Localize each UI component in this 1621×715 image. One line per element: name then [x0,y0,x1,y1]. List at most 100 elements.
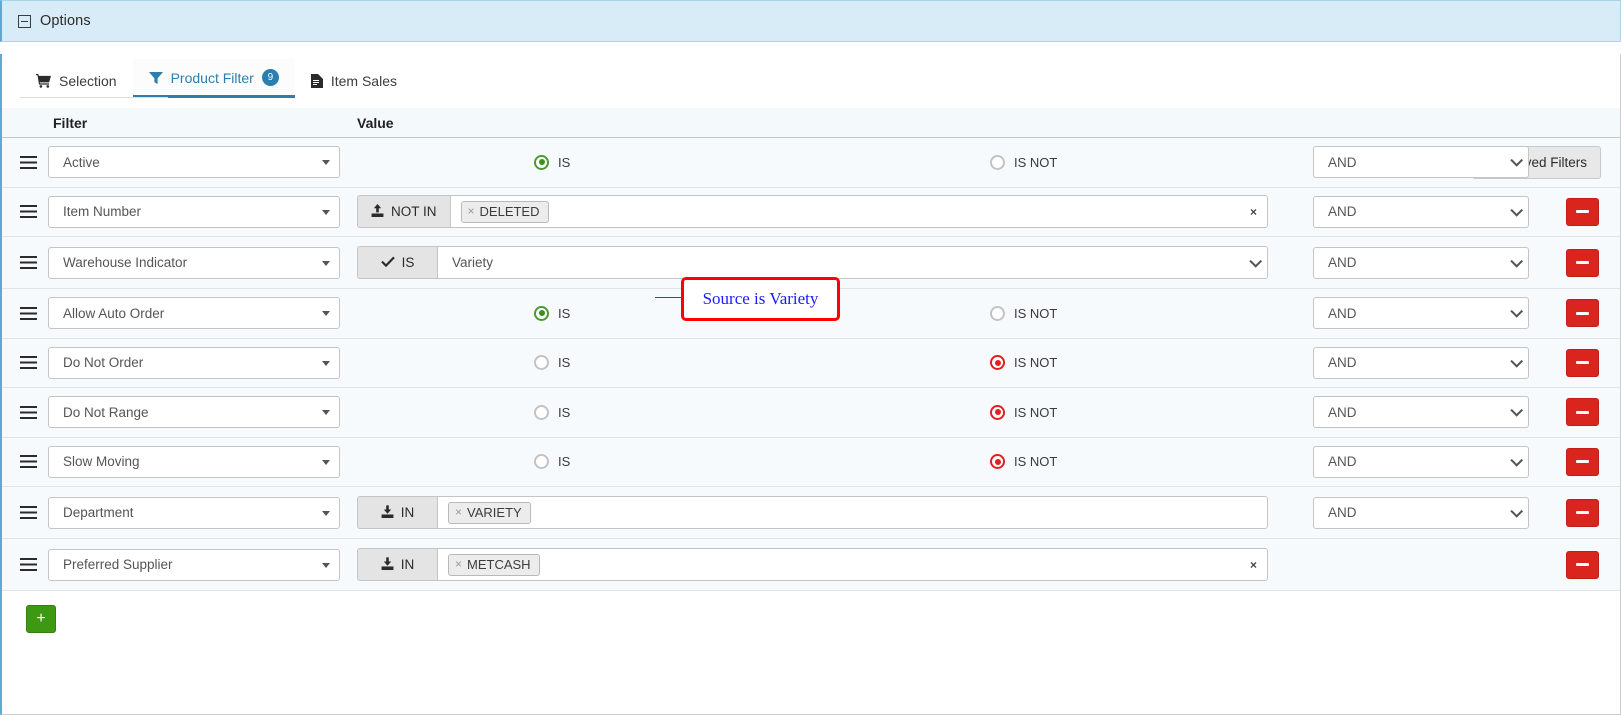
remove-row-button[interactable] [1565,348,1599,377]
filter-field-select[interactable]: Active [48,146,340,179]
tab-selection[interactable]: Selection [20,63,133,98]
download-icon [381,504,394,521]
remove-row-button[interactable] [1565,398,1599,427]
filter-field-value: Active [63,154,100,170]
filter-field-select[interactable]: Preferred Supplier [48,548,340,581]
remove-row-button[interactable] [1565,299,1599,328]
conjunction-value: AND [1328,505,1357,520]
value-tag[interactable]: × METCASH [448,553,540,576]
value-tag[interactable]: × DELETED [460,200,549,223]
drag-handle-icon[interactable] [20,356,48,370]
radio-is-not[interactable]: IS NOT [990,454,1057,470]
minus-icon [1575,460,1589,464]
conjunction-select[interactable]: AND [1313,195,1529,228]
delete-cell [1544,398,1620,427]
table-row: Do Not Range IS IS NOT AND [2,388,1620,438]
options-header[interactable]: Options [0,0,1621,42]
tab-item-sales[interactable]: Item Sales [295,63,413,98]
operator-button[interactable]: IN [357,548,437,581]
operator-button[interactable]: IN [357,496,437,529]
conjunction-select[interactable]: AND [1313,146,1529,179]
filter-field-select[interactable]: Department [48,496,340,529]
filter-field-select[interactable]: Do Not Order [48,346,340,379]
drag-handle-icon[interactable] [20,306,48,320]
drag-handle-icon[interactable] [20,205,48,219]
radio-is[interactable]: IS [534,454,571,470]
tag-input-field[interactable]: × METCASH × [437,548,1268,581]
conjunction-select[interactable]: AND [1313,346,1529,379]
conjunction-select[interactable]: AND [1313,496,1529,529]
filter-field-select[interactable]: Warehouse Indicator [48,246,340,279]
clear-field-icon[interactable]: × [1250,558,1257,572]
remove-row-button[interactable] [1565,248,1599,277]
delete-cell [1544,498,1620,527]
value-radio-group: IS IS NOT [340,388,1299,437]
radio-is-not[interactable]: IS NOT [990,305,1057,321]
tab-item-sales-label: Item Sales [330,73,397,89]
drag-handle-icon[interactable] [20,558,48,571]
conjunction-value: AND [1328,255,1357,270]
remove-row-button[interactable] [1565,550,1599,579]
conjunction-cell: AND [1299,195,1544,228]
radio-is-not-dot [990,355,1005,371]
upload-icon [371,203,384,220]
operator-button[interactable]: NOT IN [357,195,450,229]
filter-field-select[interactable]: Do Not Range [48,396,340,429]
radio-is-not-label: IS NOT [1014,404,1058,420]
tab-product-filter[interactable]: Product Filter 9 [132,59,295,98]
conjunction-select[interactable]: AND [1313,297,1529,330]
chevron-down-icon [1510,504,1524,518]
drag-handle-icon[interactable] [20,256,48,269]
filter-field-value: Warehouse Indicator [63,255,188,270]
conjunction-cell: AND [1299,146,1544,179]
delete-cell [1544,197,1620,226]
filter-field-value: Do Not Order [63,355,144,371]
tag-remove-icon[interactable]: × [468,205,475,217]
radio-is-label: IS [558,454,571,470]
value-select[interactable]: Variety [437,246,1268,279]
tag-input-field[interactable]: × VARIETY [437,496,1268,529]
drag-handle-icon[interactable] [20,405,48,419]
filter-field-select[interactable]: Slow Moving [48,445,340,478]
radio-is-label: IS [558,154,571,170]
radio-is[interactable]: IS [534,154,571,170]
filter-field-select[interactable]: Allow Auto Order [48,297,340,330]
remove-row-button[interactable] [1565,498,1599,527]
conjunction-cell: AND [1299,297,1544,330]
remove-row-button[interactable] [1565,197,1599,226]
radio-is-not[interactable]: IS NOT [990,154,1057,170]
conjunction-select[interactable]: AND [1313,445,1529,478]
drag-handle-icon[interactable] [20,506,48,519]
tag-input-field[interactable]: × DELETED × [449,195,1268,229]
filter-field-value: Department [63,505,134,520]
tag-remove-icon[interactable]: × [455,558,462,570]
drag-handle-icon[interactable] [20,455,48,469]
filter-field-select[interactable]: Item Number [48,195,340,228]
tab-product-filter-label: Product Filter [170,69,254,86]
radio-is-not[interactable]: IS NOT [990,404,1058,420]
value-tag[interactable]: × VARIETY [448,501,531,524]
conjunction-cell: AND [1299,346,1544,379]
radio-is-label: IS [558,355,571,371]
conjunction-select[interactable]: AND [1313,246,1529,279]
operator-button[interactable]: IS [357,246,437,279]
value-input-group: IN × METCASH × [357,548,1268,581]
add-row-button[interactable]: + [26,605,56,633]
radio-is[interactable]: IS [534,355,571,371]
radio-is-not[interactable]: IS NOT [990,355,1057,371]
conjunction-select[interactable]: AND [1313,396,1529,429]
chevron-down-icon [322,209,330,215]
value-input-group: NOT IN × DELETED × [357,195,1268,229]
clear-field-icon[interactable]: × [1250,205,1257,219]
filter-panel: Selection Product Filter 9 Item Sales Sa… [0,54,1621,715]
delete-cell [1544,447,1620,476]
tag-remove-icon[interactable]: × [455,506,462,518]
drag-handle-icon[interactable] [20,155,48,169]
remove-row-button[interactable] [1565,447,1599,476]
conjunction-cell: AND [1299,445,1544,478]
radio-is[interactable]: IS [534,305,570,321]
filter-field-value: Item Number [63,204,142,220]
radio-is[interactable]: IS [534,404,570,420]
filter-rules-table: Filter Value Active IS IS NOT AND Item N… [2,108,1620,633]
collapse-toggle-icon[interactable] [18,14,31,28]
